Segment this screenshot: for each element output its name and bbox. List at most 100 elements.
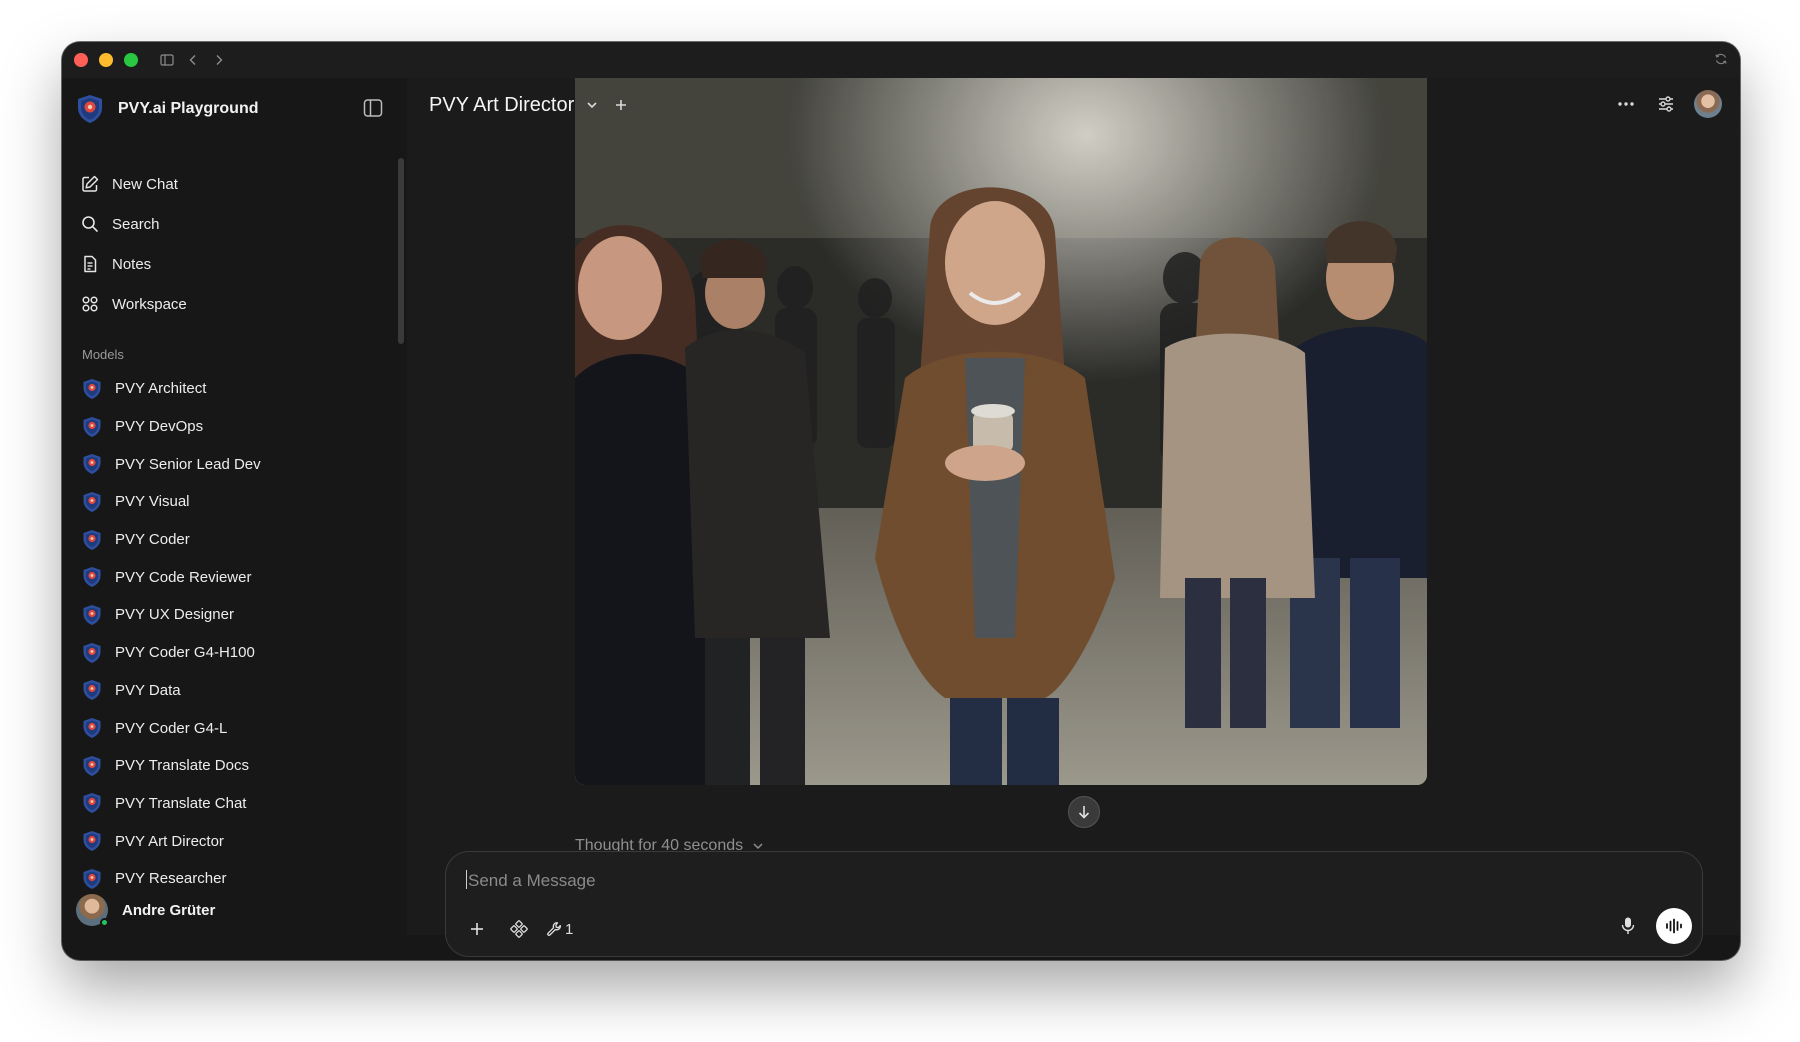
model-item[interactable]: PVY Coder G4-L <box>76 709 386 747</box>
search-icon <box>82 216 98 232</box>
generated-image[interactable] <box>575 78 1427 785</box>
model-selector[interactable]: PVY Art Director <box>429 88 628 122</box>
model-item[interactable]: PVY DevOps <box>76 408 386 446</box>
sidebar-scrollbar[interactable] <box>398 158 404 344</box>
model-title: PVY Art Director <box>429 93 575 116</box>
close-window-button[interactable] <box>74 53 88 67</box>
model-item[interactable]: PVY Coder G4-H100 <box>76 634 386 672</box>
generated-image-art <box>575 78 1427 785</box>
model-shield-icon <box>83 491 101 512</box>
model-shield-icon <box>83 416 101 437</box>
integrations-button[interactable] <box>504 914 534 944</box>
forward-icon[interactable] <box>211 52 227 68</box>
sidebar-toggle-icon[interactable] <box>159 52 175 68</box>
chevron-down-icon[interactable] <box>584 97 600 113</box>
model-shield-icon <box>83 831 101 852</box>
sidebar-nav: New Chat Search Notes Workspace <box>76 164 386 324</box>
message-input[interactable]: Send a Message <box>466 870 596 891</box>
voice-mode-button[interactable] <box>1656 908 1692 944</box>
microphone-icon <box>1621 917 1635 934</box>
model-item[interactable]: PVY Senior Lead Dev <box>76 445 386 483</box>
pencil-square-icon <box>82 175 99 192</box>
model-item[interactable]: PVY Translate Docs <box>76 747 386 785</box>
models-list: PVY Architect PVY DevOps PVY Senior Lead D… <box>76 370 386 898</box>
tools-button[interactable]: 1 <box>546 914 573 944</box>
model-shield-icon <box>83 680 101 701</box>
new-chat-button[interactable]: New Chat <box>76 164 386 204</box>
composer-actions <box>1614 908 1692 944</box>
model-label: PVY Code Reviewer <box>115 568 252 586</box>
model-shield-icon <box>83 378 101 399</box>
add-model-icon[interactable] <box>614 98 628 112</box>
attach-button[interactable] <box>462 914 492 944</box>
model-label: PVY Data <box>115 681 181 699</box>
wrench-icon <box>547 922 561 936</box>
dictate-button[interactable] <box>1614 912 1642 940</box>
model-label: PVY Senior Lead Dev <box>115 455 261 473</box>
more-options-icon[interactable] <box>1614 92 1638 116</box>
model-item[interactable]: PVY Art Director <box>76 822 386 860</box>
arrow-down-icon <box>1078 806 1090 819</box>
online-status-dot <box>100 918 109 927</box>
tools-count: 1 <box>565 920 574 938</box>
chat-main: PVY Art Director Thought for 40 seconds … <box>407 78 1740 957</box>
plus-icon <box>471 923 483 935</box>
model-item[interactable]: PVY Code Reviewer <box>76 558 386 596</box>
model-label: PVY Art Director <box>115 832 224 850</box>
refresh-icon[interactable] <box>1714 52 1730 68</box>
account-avatar[interactable] <box>1694 90 1722 118</box>
message-composer[interactable]: Send a Message 1 <box>445 851 1703 957</box>
back-icon[interactable] <box>185 52 201 68</box>
collapse-sidebar-icon[interactable] <box>362 97 384 119</box>
sidebar: PVY.ai Playground New Chat Search Notes … <box>62 78 407 935</box>
minimize-window-button[interactable] <box>99 53 113 67</box>
model-shield-icon <box>83 868 101 889</box>
integrations-icon <box>510 920 528 938</box>
model-shield-icon <box>83 718 101 739</box>
model-label: PVY DevOps <box>115 418 204 436</box>
model-shield-icon <box>83 642 101 663</box>
model-label: PVY Coder G4-H100 <box>115 644 255 662</box>
nav-label: Search <box>112 215 160 233</box>
model-item[interactable]: PVY Translate Chat <box>76 785 386 823</box>
workspace-button[interactable]: Workspace <box>76 284 386 324</box>
nav-label: Notes <box>112 255 152 273</box>
model-label: PVY Architect <box>115 380 207 398</box>
workspace-icon <box>82 296 98 312</box>
message-placeholder: Send a Message <box>468 871 596 890</box>
model-shield-icon <box>83 755 101 776</box>
model-label: PVY Researcher <box>115 870 227 888</box>
model-label: PVY Visual <box>115 493 190 511</box>
brand[interactable]: PVY.ai Playground <box>76 92 258 126</box>
notes-icon <box>84 255 97 273</box>
model-item[interactable]: PVY UX Designer <box>76 596 386 634</box>
models-section-label: Models <box>82 347 124 362</box>
nav-label: Workspace <box>112 295 187 313</box>
text-caret <box>466 870 467 889</box>
model-label: PVY Translate Docs <box>115 757 249 775</box>
model-shield-icon <box>83 604 101 625</box>
notes-button[interactable]: Notes <box>76 244 386 284</box>
shield-logo-icon <box>78 95 102 123</box>
model-shield-icon <box>83 454 101 475</box>
settings-sliders-icon[interactable] <box>1654 92 1678 116</box>
model-item[interactable]: PVY Visual <box>76 483 386 521</box>
avatar <box>76 894 109 927</box>
search-button[interactable]: Search <box>76 204 386 244</box>
app-window: PVY.ai Playground New Chat Search Notes … <box>62 42 1740 960</box>
user-profile[interactable]: Andre Grüter <box>76 892 215 928</box>
title-bar <box>62 42 1740 78</box>
model-shield-icon <box>83 567 101 588</box>
brand-name: PVY.ai Playground <box>118 100 259 117</box>
model-shield-icon <box>83 793 101 814</box>
model-label: PVY UX Designer <box>115 606 234 624</box>
model-item[interactable]: PVY Coder <box>76 521 386 559</box>
model-item[interactable]: PVY Data <box>76 672 386 710</box>
zoom-window-button[interactable] <box>124 53 138 67</box>
composer-tools: 1 <box>462 914 585 944</box>
model-item[interactable]: PVY Architect <box>76 370 386 408</box>
user-name: Andre Grüter <box>122 901 216 919</box>
model-label: PVY Coder <box>115 531 190 549</box>
header-actions <box>1598 90 1722 118</box>
scroll-to-bottom-button[interactable] <box>1068 796 1100 828</box>
